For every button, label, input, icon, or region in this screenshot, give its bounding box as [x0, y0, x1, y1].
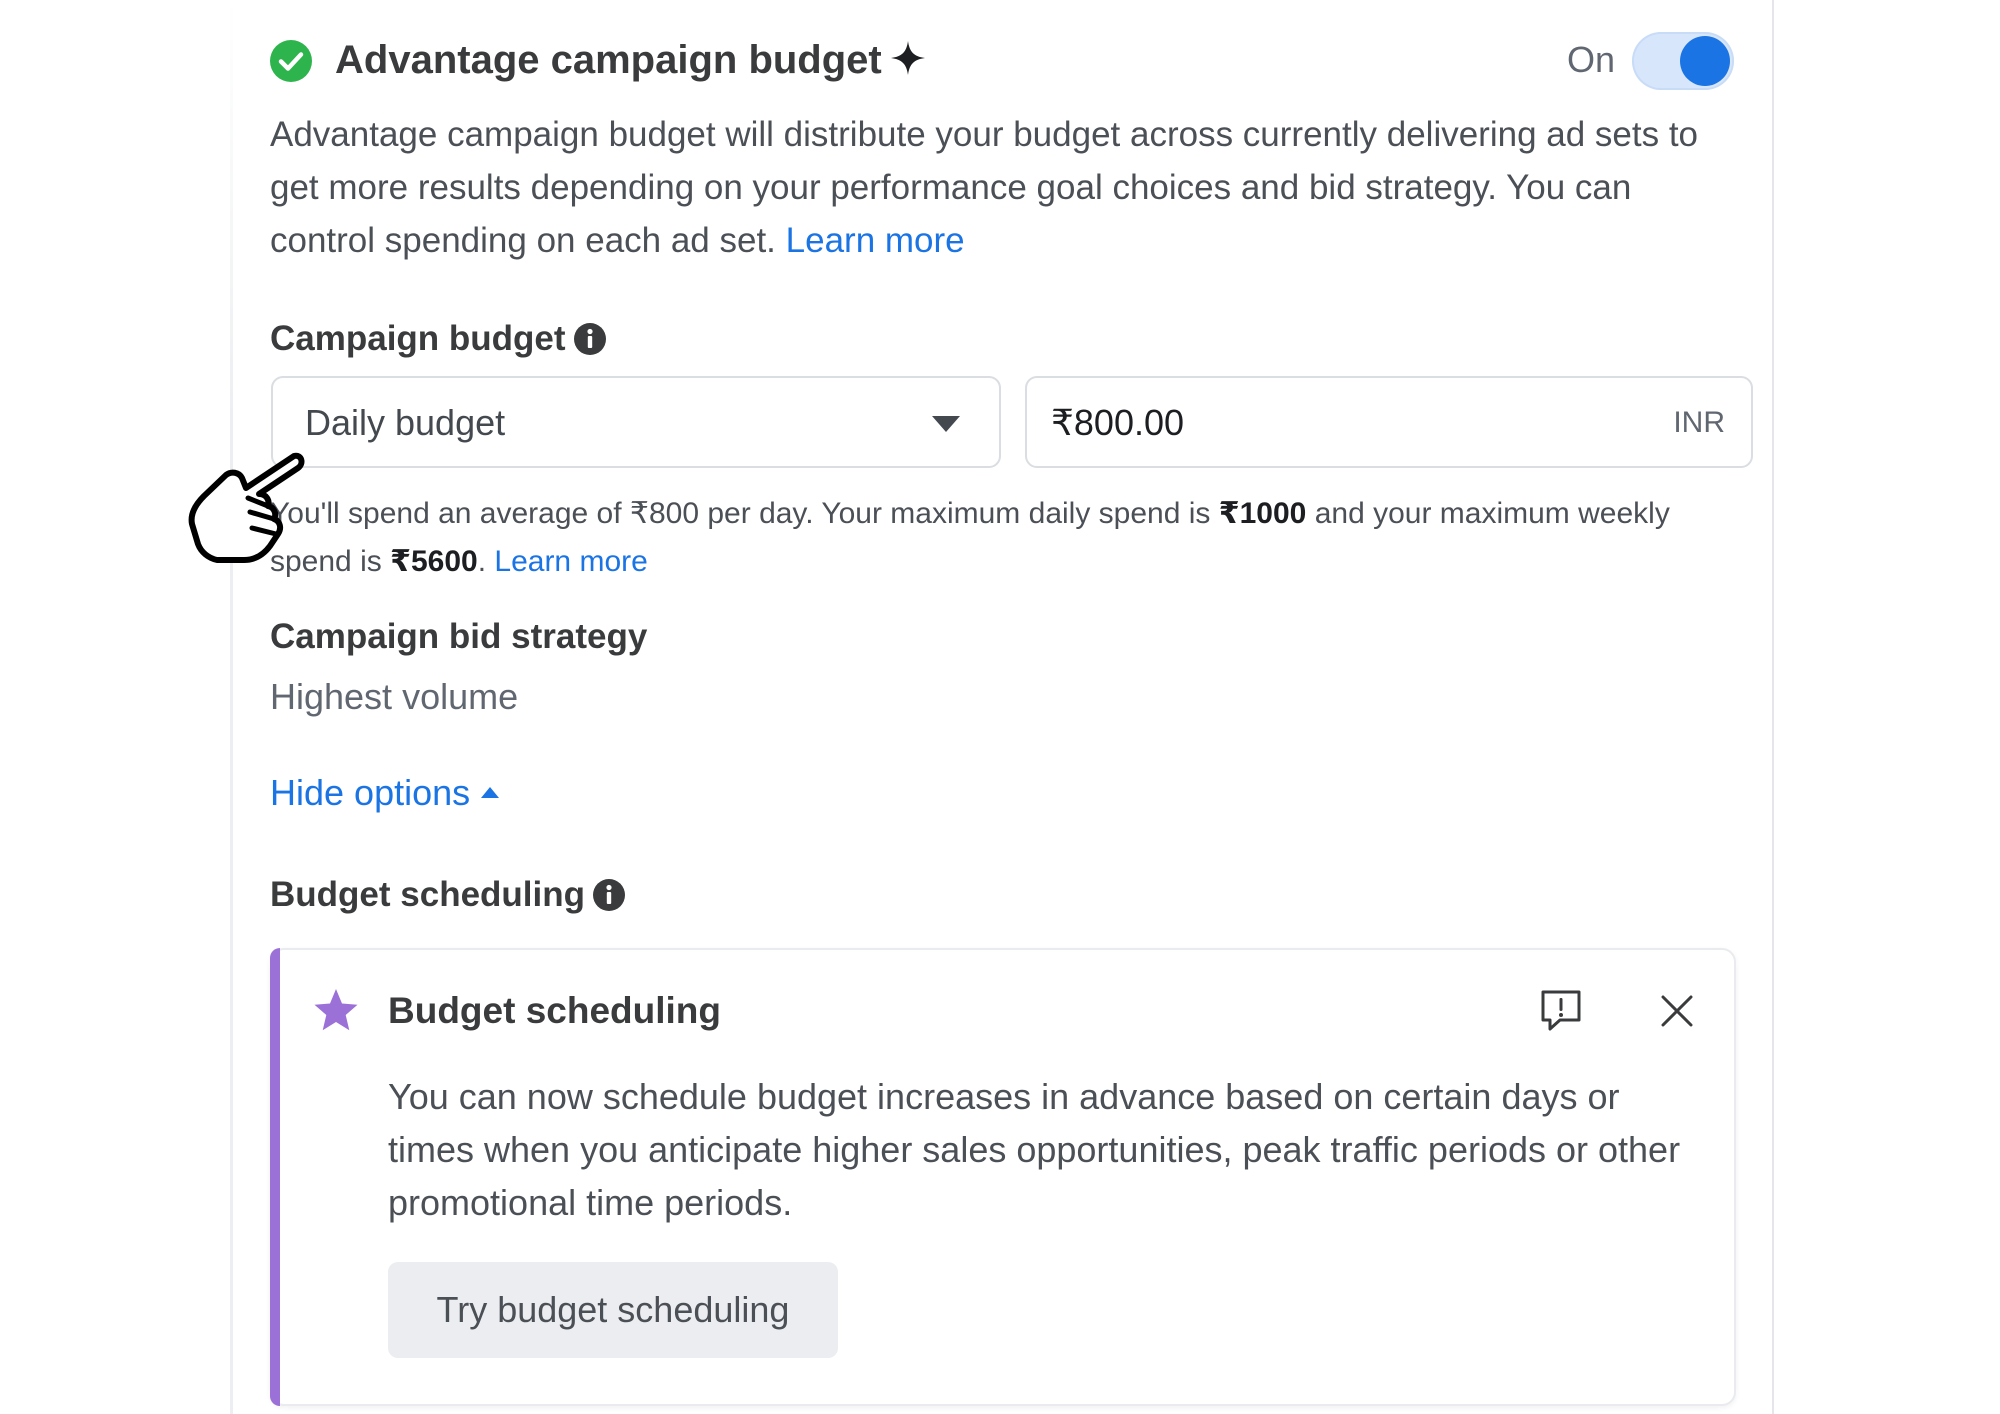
check-circle-icon	[270, 40, 312, 82]
hide-options-label: Hide options	[270, 772, 471, 813]
bid-strategy-label: Campaign bid strategy	[270, 617, 648, 656]
spend-info-period: .	[477, 545, 487, 578]
caret-up-icon	[481, 787, 500, 798]
budget-type-value: Daily budget	[305, 402, 506, 443]
max-weekly-spend: ₹5600	[390, 545, 478, 578]
currency-label: INR	[1673, 406, 1725, 439]
section-title: Advantage campaign budget	[335, 38, 882, 82]
close-icon[interactable]	[1660, 994, 1694, 1028]
toggle-label: On	[1567, 39, 1616, 80]
hand-pointer-icon	[188, 452, 305, 563]
budget-amount-value: ₹800.00	[1051, 402, 1185, 443]
max-daily-spend: ₹1000	[1218, 497, 1307, 530]
budget-scheduling-label-text: Budget scheduling	[270, 875, 585, 914]
budget-scheduling-label: Budget scheduling	[270, 872, 625, 918]
description: Advantage campaign budget will distribut…	[270, 108, 1730, 267]
budget-scheduling-card: Budget scheduling You can now schedule b…	[270, 948, 1736, 1406]
learn-more-link[interactable]: Learn more	[786, 221, 965, 260]
toggle-knob	[1680, 36, 1730, 86]
bid-strategy-value: Highest volume	[270, 676, 519, 717]
sparkle-icon	[891, 41, 925, 75]
advantage-budget-toggle[interactable]	[1632, 32, 1734, 90]
spend-info: You'll spend an average of ₹800 per day.…	[270, 490, 1710, 586]
hide-options-link[interactable]: Hide options	[270, 768, 500, 818]
chevron-down-icon	[932, 416, 960, 432]
feedback-icon[interactable]	[1538, 988, 1584, 1034]
campaign-budget-label: Campaign budget	[270, 316, 606, 362]
card-title: Budget scheduling	[388, 990, 721, 1031]
panel-border-right	[1772, 0, 1774, 1414]
info-icon[interactable]	[593, 879, 625, 911]
campaign-budget-label-text: Campaign budget	[270, 319, 566, 358]
card-accent-bar	[270, 948, 280, 1406]
budget-amount-field[interactable]: ₹800.00 INR	[1025, 376, 1753, 468]
try-budget-scheduling-button[interactable]: Try budget scheduling	[388, 1262, 838, 1358]
budget-type-select[interactable]: Daily budget	[271, 376, 1001, 468]
panel-border-left	[230, 0, 233, 1414]
star-icon	[314, 989, 358, 1031]
card-body-text: You can now schedule budget increases in…	[388, 1076, 1681, 1223]
description-text: Advantage campaign budget will distribut…	[270, 115, 1699, 260]
spend-learn-more-link[interactable]: Learn more	[494, 545, 647, 578]
spend-info-text: You'll spend an average of ₹800 per day.…	[270, 497, 1219, 530]
info-icon[interactable]	[573, 323, 606, 355]
